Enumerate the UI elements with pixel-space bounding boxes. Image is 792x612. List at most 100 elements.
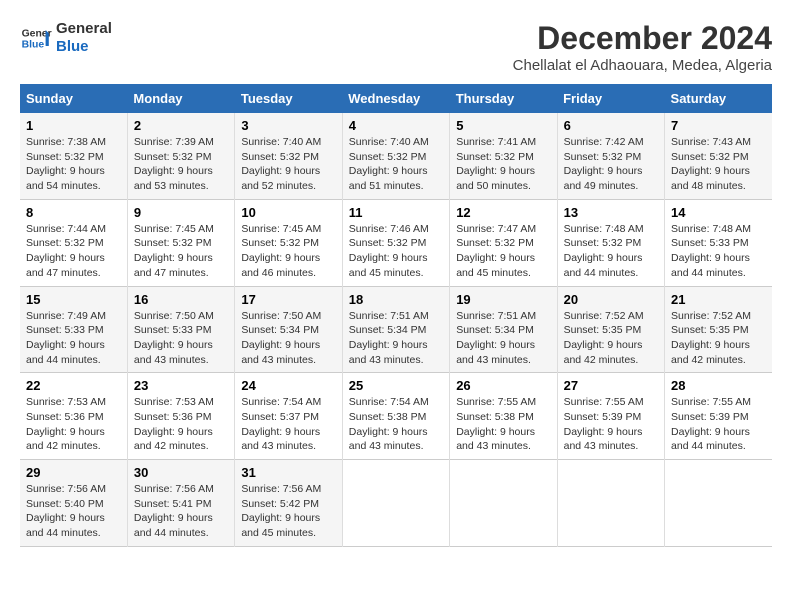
day-info: Sunrise: 7:42 AMSunset: 5:32 PMDaylight:… (564, 135, 658, 194)
day-info: Sunrise: 7:48 AMSunset: 5:33 PMDaylight:… (671, 222, 766, 281)
calendar-cell: 21 Sunrise: 7:52 AMSunset: 5:35 PMDayligh… (665, 286, 772, 373)
day-number: 5 (456, 118, 550, 133)
day-info: Sunrise: 7:50 AMSunset: 5:34 PMDaylight:… (241, 309, 335, 368)
day-number: 7 (671, 118, 766, 133)
day-info: Sunrise: 7:54 AMSunset: 5:37 PMDaylight:… (241, 395, 335, 454)
calendar-cell: 10Sunrise: 7:45 AMSunset: 5:32 PMDayligh… (235, 199, 342, 286)
day-info: Sunrise: 7:44 AMSunset: 5:32 PMDaylight:… (26, 222, 121, 281)
day-info: Sunrise: 7:56 AMSunset: 5:41 PMDaylight:… (134, 482, 228, 541)
day-info: Sunrise: 7:49 AMSunset: 5:33 PMDaylight:… (26, 309, 121, 368)
calendar-cell: 20Sunrise: 7:52 AMSunset: 5:35 PMDayligh… (557, 286, 664, 373)
calendar-cell (342, 460, 449, 547)
day-info: Sunrise: 7:38 AMSunset: 5:32 PMDaylight:… (26, 135, 121, 194)
weekday-header-monday: Monday (127, 84, 234, 113)
day-number: 17 (241, 292, 335, 307)
day-number: 18 (349, 292, 443, 307)
weekday-header-row: SundayMondayTuesdayWednesdayThursdayFrid… (20, 84, 772, 113)
weekday-header-thursday: Thursday (450, 84, 557, 113)
calendar-cell (450, 460, 557, 547)
day-info: Sunrise: 7:56 AMSunset: 5:42 PMDaylight:… (241, 482, 335, 541)
page-header: General Blue General Blue December 2024 … (20, 20, 772, 74)
logo: General Blue General Blue (20, 20, 112, 56)
day-number: 1 (26, 118, 121, 133)
day-info: Sunrise: 7:51 AMSunset: 5:34 PMDaylight:… (456, 309, 550, 368)
calendar-cell: 8 Sunrise: 7:44 AMSunset: 5:32 PMDaylight… (20, 199, 127, 286)
calendar-cell: 28Sunrise: 7:55 AMSunset: 5:39 PMDayligh… (665, 373, 772, 460)
calendar-cell: 6 Sunrise: 7:42 AMSunset: 5:32 PMDaylight… (557, 113, 664, 199)
day-info: Sunrise: 7:47 AMSunset: 5:32 PMDaylight:… (456, 222, 550, 281)
calendar-cell: 15 Sunrise: 7:49 AMSunset: 5:33 PMDayligh… (20, 286, 127, 373)
logo-blue: Blue (56, 38, 112, 56)
calendar-cell: 13 Sunrise: 7:48 AMSunset: 5:32 PMDayligh… (557, 199, 664, 286)
day-number: 21 (671, 292, 766, 307)
week-row-1: 1 Sunrise: 7:38 AMSunset: 5:32 PMDaylight… (20, 113, 772, 199)
title-block: December 2024 Chellalat el Adhaouara, Me… (513, 20, 772, 74)
month-title: December 2024 (513, 20, 772, 57)
day-number: 11 (349, 205, 443, 220)
day-number: 27 (564, 378, 658, 393)
calendar-cell: 19Sunrise: 7:51 AMSunset: 5:34 PMDayligh… (450, 286, 557, 373)
day-number: 8 (26, 205, 121, 220)
calendar-table: SundayMondayTuesdayWednesdayThursdayFrid… (20, 84, 772, 547)
day-number: 14 (671, 205, 766, 220)
day-number: 23 (134, 378, 228, 393)
day-number: 9 (134, 205, 228, 220)
calendar-cell: 4Sunrise: 7:40 AMSunset: 5:32 PMDaylight… (342, 113, 449, 199)
day-number: 24 (241, 378, 335, 393)
day-info: Sunrise: 7:40 AMSunset: 5:32 PMDaylight:… (241, 135, 335, 194)
calendar-cell: 7 Sunrise: 7:43 AMSunset: 5:32 PMDaylight… (665, 113, 772, 199)
calendar-cell: 12 Sunrise: 7:47 AMSunset: 5:32 PMDayligh… (450, 199, 557, 286)
day-number: 10 (241, 205, 335, 220)
day-info: Sunrise: 7:56 AMSunset: 5:40 PMDaylight:… (26, 482, 121, 541)
calendar-cell: 1 Sunrise: 7:38 AMSunset: 5:32 PMDaylight… (20, 113, 127, 199)
day-info: Sunrise: 7:48 AMSunset: 5:32 PMDaylight:… (564, 222, 658, 281)
day-number: 20 (564, 292, 658, 307)
day-info: Sunrise: 7:41 AMSunset: 5:32 PMDaylight:… (456, 135, 550, 194)
week-row-3: 15 Sunrise: 7:49 AMSunset: 5:33 PMDayligh… (20, 286, 772, 373)
weekday-header-tuesday: Tuesday (235, 84, 342, 113)
weekday-header-friday: Friday (557, 84, 664, 113)
day-info: Sunrise: 7:55 AMSunset: 5:39 PMDaylight:… (564, 395, 658, 454)
calendar-cell: 3 Sunrise: 7:40 AMSunset: 5:32 PMDaylight… (235, 113, 342, 199)
calendar-cell: 26Sunrise: 7:55 AMSunset: 5:38 PMDayligh… (450, 373, 557, 460)
weekday-header-sunday: Sunday (20, 84, 127, 113)
day-number: 15 (26, 292, 121, 307)
day-number: 13 (564, 205, 658, 220)
day-number: 6 (564, 118, 658, 133)
day-number: 30 (134, 465, 228, 480)
day-number: 3 (241, 118, 335, 133)
day-info: Sunrise: 7:51 AMSunset: 5:34 PMDaylight:… (349, 309, 443, 368)
calendar-cell: 2 Sunrise: 7:39 AMSunset: 5:32 PMDaylight… (127, 113, 234, 199)
calendar-cell: 31Sunrise: 7:56 AMSunset: 5:42 PMDayligh… (235, 460, 342, 547)
day-info: Sunrise: 7:46 AMSunset: 5:32 PMDaylight:… (349, 222, 443, 281)
day-number: 22 (26, 378, 121, 393)
week-row-4: 22 Sunrise: 7:53 AMSunset: 5:36 PMDayligh… (20, 373, 772, 460)
day-number: 4 (349, 118, 443, 133)
calendar-cell: 18 Sunrise: 7:51 AMSunset: 5:34 PMDayligh… (342, 286, 449, 373)
day-info: Sunrise: 7:39 AMSunset: 5:32 PMDaylight:… (134, 135, 228, 194)
day-number: 25 (349, 378, 443, 393)
day-number: 2 (134, 118, 228, 133)
calendar-cell: 29Sunrise: 7:56 AMSunset: 5:40 PMDayligh… (20, 460, 127, 547)
calendar-cell: 16 Sunrise: 7:50 AMSunset: 5:33 PMDayligh… (127, 286, 234, 373)
calendar-cell: 25 Sunrise: 7:54 AMSunset: 5:38 PMDayligh… (342, 373, 449, 460)
week-row-2: 8 Sunrise: 7:44 AMSunset: 5:32 PMDaylight… (20, 199, 772, 286)
logo-general: General (56, 20, 112, 38)
day-number: 12 (456, 205, 550, 220)
day-info: Sunrise: 7:52 AMSunset: 5:35 PMDaylight:… (671, 309, 766, 368)
calendar-cell: 27 Sunrise: 7:55 AMSunset: 5:39 PMDayligh… (557, 373, 664, 460)
week-row-5: 29Sunrise: 7:56 AMSunset: 5:40 PMDayligh… (20, 460, 772, 547)
calendar-cell: 11 Sunrise: 7:46 AMSunset: 5:32 PMDayligh… (342, 199, 449, 286)
svg-text:Blue: Blue (22, 40, 45, 51)
calendar-cell (665, 460, 772, 547)
location-text: Chellalat el Adhaouara, Medea, Algeria (513, 57, 772, 74)
day-number: 26 (456, 378, 550, 393)
calendar-cell: 23Sunrise: 7:53 AMSunset: 5:36 PMDayligh… (127, 373, 234, 460)
day-info: Sunrise: 7:43 AMSunset: 5:32 PMDaylight:… (671, 135, 766, 194)
day-number: 16 (134, 292, 228, 307)
calendar-cell: 17 Sunrise: 7:50 AMSunset: 5:34 PMDayligh… (235, 286, 342, 373)
day-info: Sunrise: 7:53 AMSunset: 5:36 PMDaylight:… (26, 395, 121, 454)
day-info: Sunrise: 7:54 AMSunset: 5:38 PMDaylight:… (349, 395, 443, 454)
day-info: Sunrise: 7:50 AMSunset: 5:33 PMDaylight:… (134, 309, 228, 368)
day-info: Sunrise: 7:45 AMSunset: 5:32 PMDaylight:… (134, 222, 228, 281)
